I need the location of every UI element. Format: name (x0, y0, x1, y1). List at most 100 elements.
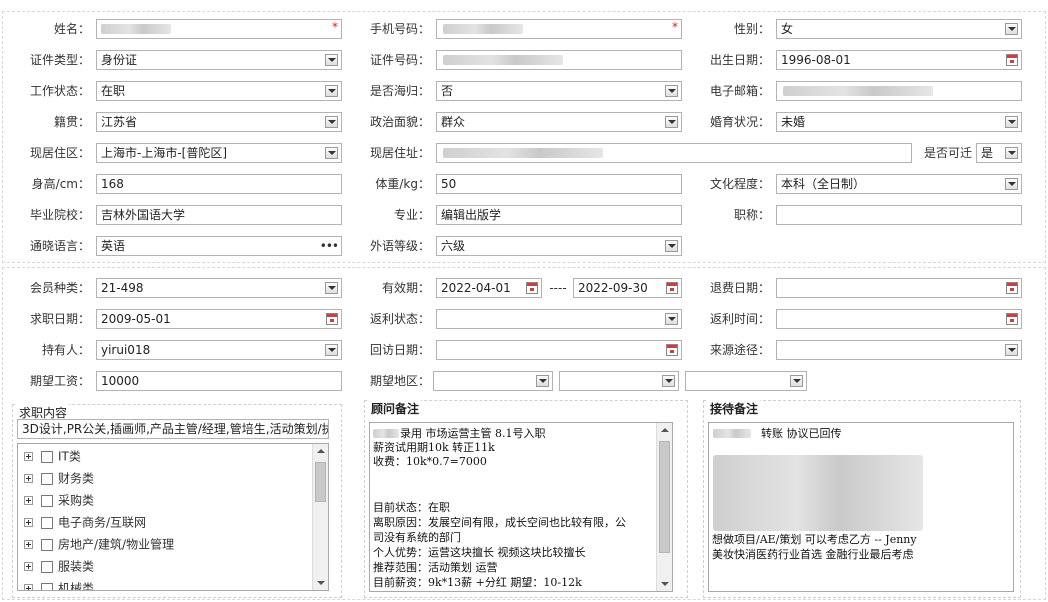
tree-item[interactable]: 机械类 (24, 579, 94, 590)
checkbox[interactable] (41, 472, 53, 485)
chevron-down-icon[interactable] (662, 375, 675, 387)
residence-area-select[interactable]: 上海市-上海市-[普陀区] (96, 143, 342, 163)
more-icon[interactable]: ••• (320, 238, 339, 254)
tree-item[interactable]: 电子商务/互联网 (24, 513, 146, 531)
expand-icon[interactable] (24, 540, 33, 549)
holder-select[interactable]: yirui018 (96, 340, 342, 360)
scroll-thumb[interactable] (315, 462, 326, 502)
checkbox[interactable] (41, 560, 53, 573)
tree-scrollbar[interactable] (312, 444, 328, 590)
scroll-up-icon[interactable] (317, 449, 325, 453)
calendar-icon[interactable] (326, 313, 338, 325)
member-type-select[interactable]: 21-498 (96, 278, 342, 298)
gender-select[interactable]: 女 (776, 19, 1022, 39)
scroll-down-icon[interactable] (661, 582, 669, 586)
job-category-tree[interactable]: IT类 财务类 采购类 电子商务/互联网 房地产/建筑/物业管理 服装类 机械类 (17, 443, 329, 591)
marital-select[interactable]: 未婚 (776, 112, 1022, 132)
scroll-down-icon[interactable] (317, 581, 325, 585)
political-select[interactable]: 群众 (436, 112, 682, 132)
residence-addr-field[interactable] (436, 143, 912, 163)
school-field[interactable]: 吉林外国语大学 (96, 205, 342, 225)
expand-icon[interactable] (24, 496, 33, 505)
expand-icon[interactable] (24, 452, 33, 461)
rebate-time-field[interactable] (776, 309, 1022, 329)
relocate-select[interactable]: 是 (976, 143, 1022, 163)
tree-item[interactable]: 服装类 (24, 557, 94, 575)
tree-item[interactable]: 采购类 (24, 491, 94, 509)
chevron-down-icon[interactable] (1005, 344, 1018, 356)
expand-icon[interactable] (24, 474, 33, 483)
valid-to-field[interactable]: 2022-09-30 (573, 278, 682, 298)
chevron-down-icon[interactable] (790, 375, 803, 387)
email-field[interactable] (776, 81, 1022, 101)
height-field[interactable]: 168 (96, 174, 342, 194)
area-label: 期望地区： (369, 374, 430, 388)
chevron-down-icon[interactable] (536, 375, 549, 387)
calendar-icon[interactable] (1006, 54, 1018, 66)
checkbox[interactable] (41, 494, 53, 507)
birth-date-field[interactable]: 1996-08-01 (776, 50, 1022, 70)
holder-label: 持有人： (41, 343, 90, 357)
calendar-icon[interactable] (526, 282, 538, 294)
title-field[interactable] (776, 205, 1022, 225)
chevron-down-icon[interactable] (665, 240, 678, 252)
chevron-down-icon[interactable] (1005, 178, 1018, 190)
checkbox[interactable] (41, 450, 53, 463)
chevron-down-icon[interactable] (325, 116, 338, 128)
advisor-scrollbar[interactable] (656, 423, 672, 591)
scroll-up-icon[interactable] (661, 428, 669, 432)
checkbox[interactable] (41, 538, 53, 551)
edu-select[interactable]: 本科（全日制） (776, 174, 1022, 194)
chevron-down-icon[interactable] (325, 147, 338, 159)
reception-notes-textarea[interactable]: 转账 协议已回传 想做项目/AE/策划 可以考虑乙方 -- Jenny 美妆快消… (708, 422, 1014, 592)
area-district-select[interactable] (685, 371, 807, 391)
tree-item[interactable]: 房地产/建筑/物业管理 (24, 535, 174, 553)
idtype-label: 证件类型： (29, 53, 90, 67)
chevron-down-icon[interactable] (325, 54, 338, 66)
rebate-status-select[interactable] (436, 309, 682, 329)
chevron-down-icon[interactable] (1005, 116, 1018, 128)
revisit-date-field[interactable] (436, 340, 682, 360)
area-city-select[interactable] (559, 371, 679, 391)
language-field[interactable]: 英语 ••• (96, 236, 342, 256)
expand-icon[interactable] (24, 518, 33, 527)
idtype-select[interactable]: 身份证 (96, 50, 342, 70)
weight-field[interactable]: 50 (436, 174, 682, 194)
major-field[interactable]: 编辑出版学 (436, 205, 682, 225)
source-select[interactable] (776, 340, 1022, 360)
refund-date-field[interactable] (776, 278, 1022, 298)
returnee-select[interactable]: 否 (436, 81, 682, 101)
checkbox[interactable] (41, 516, 53, 529)
calendar-icon[interactable] (666, 282, 678, 294)
workstatus-select[interactable]: 在职 (96, 81, 342, 101)
expand-icon[interactable] (24, 562, 33, 571)
chevron-down-icon[interactable] (665, 85, 678, 97)
advisor-notes-textarea[interactable]: 录用 市场运营主管 8.1号入职 薪资试用期10k 转正11k 收费：10k*0… (369, 422, 673, 592)
forlevel-select[interactable]: 六级 (436, 236, 682, 256)
reception-notes-title: 接待备注 (708, 400, 761, 417)
apply-date-field[interactable]: 2009-05-01 (96, 309, 342, 329)
chevron-down-icon[interactable] (665, 313, 678, 325)
tree-item[interactable]: 财务类 (24, 469, 94, 487)
valid-from-field[interactable]: 2022-04-01 (436, 278, 542, 298)
chevron-down-icon[interactable] (325, 344, 338, 356)
native-select[interactable]: 江苏省 (96, 112, 342, 132)
calendar-icon[interactable] (666, 344, 678, 356)
calendar-icon[interactable] (1006, 282, 1018, 294)
scroll-thumb[interactable] (659, 441, 670, 553)
job-summary-field[interactable]: 3D设计,PR公关,插画师,产品主管/经理,管培生,活动策划/执 (17, 419, 329, 439)
chevron-down-icon[interactable] (1005, 147, 1018, 159)
phone-field[interactable]: * (436, 19, 682, 39)
tree-item[interactable]: IT类 (24, 447, 81, 465)
chevron-down-icon[interactable] (325, 282, 338, 294)
idno-field[interactable] (436, 50, 682, 70)
calendar-icon[interactable] (1006, 313, 1018, 325)
salary-field[interactable]: 10000 (96, 371, 342, 391)
expand-icon[interactable] (24, 584, 33, 590)
area-province-select[interactable] (433, 371, 553, 391)
checkbox[interactable] (41, 582, 53, 590)
chevron-down-icon[interactable] (325, 85, 338, 97)
chevron-down-icon[interactable] (665, 116, 678, 128)
name-field[interactable]: * (96, 19, 342, 39)
chevron-down-icon[interactable] (1005, 23, 1018, 35)
